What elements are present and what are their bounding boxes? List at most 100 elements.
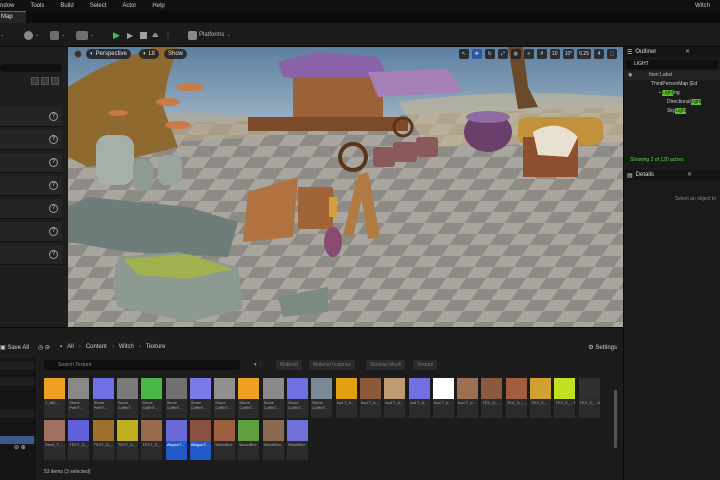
level-tab[interactable]: Map — [0, 11, 26, 23]
asset-tile[interactable]: Stone PathT... — [92, 378, 114, 418]
asset-tile[interactable]: WoodBox — [287, 420, 308, 460]
outliner-search[interactable]: LIGHT — [626, 60, 718, 69]
filter-skeletal-mesh[interactable]: Skeletal Mesh — [366, 360, 406, 370]
platforms-button[interactable]: Platforms ⌄ — [188, 29, 231, 41]
menu-build[interactable]: Build — [52, 3, 81, 9]
left-panel-row[interactable]: ? — [0, 222, 62, 242]
maximize-icon[interactable]: ⬚ — [607, 49, 617, 59]
asset-tile[interactable]: Stone CoffinT... — [116, 378, 138, 418]
save-all-button[interactable]: ▣ Save All — [0, 344, 29, 351]
left-panel-row[interactable]: ? — [0, 199, 62, 219]
viewport-menu-button[interactable] — [74, 50, 82, 58]
left-panel-search[interactable] — [0, 64, 62, 72]
asset-tile[interactable]: bod T_b... — [408, 378, 430, 418]
play-options-button[interactable]: ⋮ — [165, 29, 171, 41]
sources-row-selected[interactable] — [0, 436, 34, 444]
asset-tile[interactable]: WoodBox — [238, 420, 260, 460]
asset-tile[interactable]: Stone CoffinT... — [262, 378, 284, 418]
asset-tile[interactable]: Stone CoffinT... — [165, 378, 187, 418]
asset-tile[interactable]: Stone CoffinT... — [214, 378, 236, 418]
asset-tile[interactable]: bod T_b... — [432, 378, 454, 418]
menu-help[interactable]: Help — [144, 3, 172, 9]
asset-tile[interactable]: TEX_D_... — [530, 378, 551, 418]
left-panel-row[interactable]: ? — [0, 130, 62, 150]
asset-search[interactable]: Search Texture — [44, 360, 240, 370]
asset-tile[interactable]: bod T_b... — [335, 378, 357, 418]
filter-material-instance[interactable]: Material Instance — [309, 360, 356, 370]
help-icon[interactable]: ? — [49, 158, 58, 167]
asset-tile[interactable]: Stone CoffinT... — [311, 378, 333, 418]
left-panel-row[interactable]: ? — [0, 176, 62, 196]
list-view-icon[interactable] — [41, 77, 49, 85]
breadcrumb-texture[interactable]: Texture — [146, 344, 166, 350]
eject-button[interactable]: ⏏ — [152, 29, 159, 41]
sources-row[interactable] — [0, 410, 34, 418]
asset-tile[interactable]: WagonT... — [189, 420, 211, 460]
asset-tile[interactable]: TEX_D_...Met... — [578, 378, 600, 418]
step-button[interactable]: ▶ — [127, 29, 133, 41]
rotation-snap-value[interactable]: 10° — [562, 49, 575, 59]
asset-tile[interactable]: T_MD_... — [44, 378, 65, 418]
filter-texture[interactable]: Texture — [413, 360, 438, 370]
select-mode-button[interactable]: ↖ — [458, 49, 469, 59]
asset-tile[interactable]: TEX_D_..._Met... — [505, 378, 527, 418]
outliner-row-world[interactable]: ThirdPersonMap (Ed — [624, 80, 720, 89]
menu-window[interactable]: ndow — [0, 3, 22, 9]
outliner-column-header[interactable]: ◉ Item Label — [624, 71, 720, 80]
scale-button[interactable]: ⤢ — [497, 49, 508, 59]
level-viewport[interactable]: ◐ Perspective ◐ Lit Show ↖ ✥ ↻ ⤢ ◍ ⋄ # 1… — [68, 47, 623, 327]
help-icon[interactable]: ? — [49, 112, 58, 121]
asset-tile[interactable]: Seed_T_... — [44, 420, 65, 460]
surface-snap-button[interactable]: ⋄ — [523, 49, 534, 59]
sources-footer-icons[interactable]: ⊖ ⊕ — [14, 444, 26, 451]
asset-tile[interactable]: Stone CoffinT... — [141, 378, 163, 418]
grid-snap-value[interactable]: 10 — [549, 49, 560, 59]
asset-tile[interactable]: WoodBox — [262, 420, 284, 460]
sources-search[interactable] — [0, 362, 34, 370]
asset-tile[interactable]: Stone CoffinT... — [287, 378, 308, 418]
outliner-row-lighting[interactable]: ▪ Lighting — [624, 89, 720, 98]
asset-tile[interactable]: bod T_b... — [457, 378, 479, 418]
left-panel-row[interactable]: ? — [0, 153, 62, 173]
filter-icon[interactable] — [51, 77, 59, 85]
help-icon[interactable]: ? — [49, 250, 58, 259]
outliner-row-sky-light[interactable]: SkyLight — [624, 107, 720, 116]
asset-tile[interactable]: WagonT... — [165, 420, 187, 460]
outliner-row-directional-light[interactable]: DirectionalLight — [624, 98, 720, 107]
menu-tools[interactable]: Tools — [22, 3, 52, 9]
close-icon[interactable]: ✕ — [687, 171, 692, 178]
grid-view-icon[interactable] — [31, 77, 39, 85]
asset-tile[interactable]: bod T_b... — [359, 378, 381, 418]
asset-tile[interactable]: TEXT_D_... — [92, 420, 114, 460]
asset-tile[interactable]: Stone CoffinT... — [238, 378, 260, 418]
filter-material[interactable]: Material — [276, 360, 302, 370]
asset-grid-scrollbar[interactable] — [614, 390, 617, 448]
sources-filter[interactable] — [0, 378, 34, 386]
add-content-button[interactable]: ⌄ — [24, 29, 39, 41]
rotate-button[interactable]: ↻ — [484, 49, 495, 59]
translate-button[interactable]: ✥ — [471, 49, 482, 59]
play-button[interactable]: ▶ — [113, 29, 120, 41]
view-mode-dropdown[interactable]: ◐ Lit — [139, 49, 159, 59]
breadcrumb-all[interactable]: All — [67, 344, 74, 350]
blueprint-button[interactable]: ⌄ — [50, 29, 65, 41]
asset-tile[interactable]: Stone PathT... — [68, 378, 90, 418]
settings-button[interactable]: ⚙ Settings — [588, 344, 617, 351]
left-panel-row[interactable]: ? — [0, 245, 62, 265]
help-icon[interactable]: ? — [49, 204, 58, 213]
mode-dropdown[interactable]: ⌄ — [0, 29, 4, 41]
asset-tile[interactable]: TEXT_D_... — [141, 420, 163, 460]
show-dropdown[interactable]: Show — [164, 49, 188, 59]
history-icon[interactable]: ◷ ⊖ — [38, 344, 50, 351]
cinematics-button[interactable]: ⌄ — [76, 29, 94, 41]
left-panel-row[interactable]: ? — [0, 107, 62, 127]
close-icon[interactable]: ✕ — [685, 48, 690, 55]
menu-select[interactable]: Select — [82, 3, 115, 9]
scale-snap-value[interactable]: 0.25 — [577, 49, 591, 59]
breadcrumb-witch[interactable]: Witch — [119, 344, 134, 350]
asset-tile[interactable]: TEXT_D_... — [116, 420, 138, 460]
stop-button[interactable] — [140, 29, 147, 41]
menu-actor[interactable]: Actor — [114, 3, 144, 9]
grid-snap-button[interactable]: # — [536, 49, 547, 59]
asset-tile[interactable]: Stone CoffinT... — [189, 378, 211, 418]
